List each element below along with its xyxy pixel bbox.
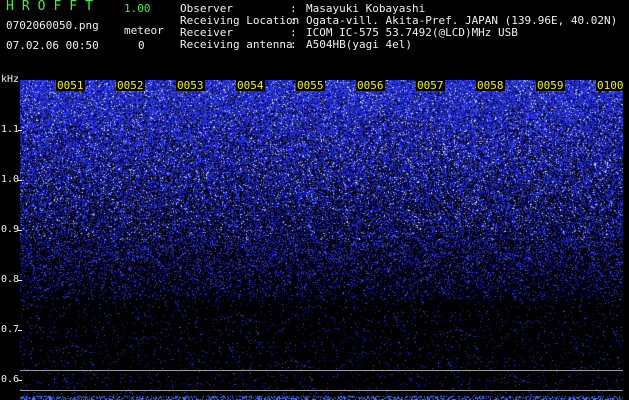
- frequency-tick: [18, 280, 22, 281]
- info-value-antenna: A504HB(yagi 4el): [306, 38, 412, 51]
- frequency-tick: [18, 180, 22, 181]
- frequency-axis-unit: kHz: [1, 74, 20, 85]
- spectrogram-plot: [20, 80, 623, 400]
- frequency-label: 1.0: [1, 174, 20, 185]
- frequency-tick: [18, 330, 22, 331]
- time-label: 0053: [176, 79, 205, 92]
- time-label: 0100: [596, 79, 625, 92]
- reference-line: [20, 370, 623, 371]
- info-separator: :: [290, 38, 297, 51]
- app-version: 1.00: [124, 2, 151, 15]
- meteor-count: 0: [138, 39, 145, 52]
- capture-datetime: 07.02.06 00:50: [6, 39, 99, 52]
- frequency-label: 1.1: [1, 124, 20, 135]
- meteor-label: meteor: [124, 24, 164, 37]
- spectrogram-canvas: [20, 80, 623, 400]
- hrofft-window: HROFFT 1.00 0702060050.png meteor 07.02.…: [0, 0, 629, 400]
- time-label: 0056: [356, 79, 385, 92]
- frequency-label: 0.8: [1, 274, 20, 285]
- app-logo: HROFFT: [6, 0, 101, 14]
- reference-line: [20, 390, 623, 391]
- info-label-antenna: Receiving antenna: [180, 38, 293, 51]
- frequency-tick: [18, 230, 22, 231]
- frequency-label: 0.7: [1, 324, 20, 335]
- frequency-label: 0.9: [1, 224, 20, 235]
- frequency-tick: [18, 130, 22, 131]
- frequency-label: 0.6: [1, 374, 20, 385]
- time-label: 0055: [296, 79, 325, 92]
- frequency-tick: [18, 380, 22, 381]
- time-label: 0052: [116, 79, 145, 92]
- time-label: 0058: [476, 79, 505, 92]
- time-label: 0059: [536, 79, 565, 92]
- time-label: 0054: [236, 79, 265, 92]
- time-label: 0051: [56, 79, 85, 92]
- file-name: 0702060050.png: [6, 19, 99, 32]
- time-label: 0057: [416, 79, 445, 92]
